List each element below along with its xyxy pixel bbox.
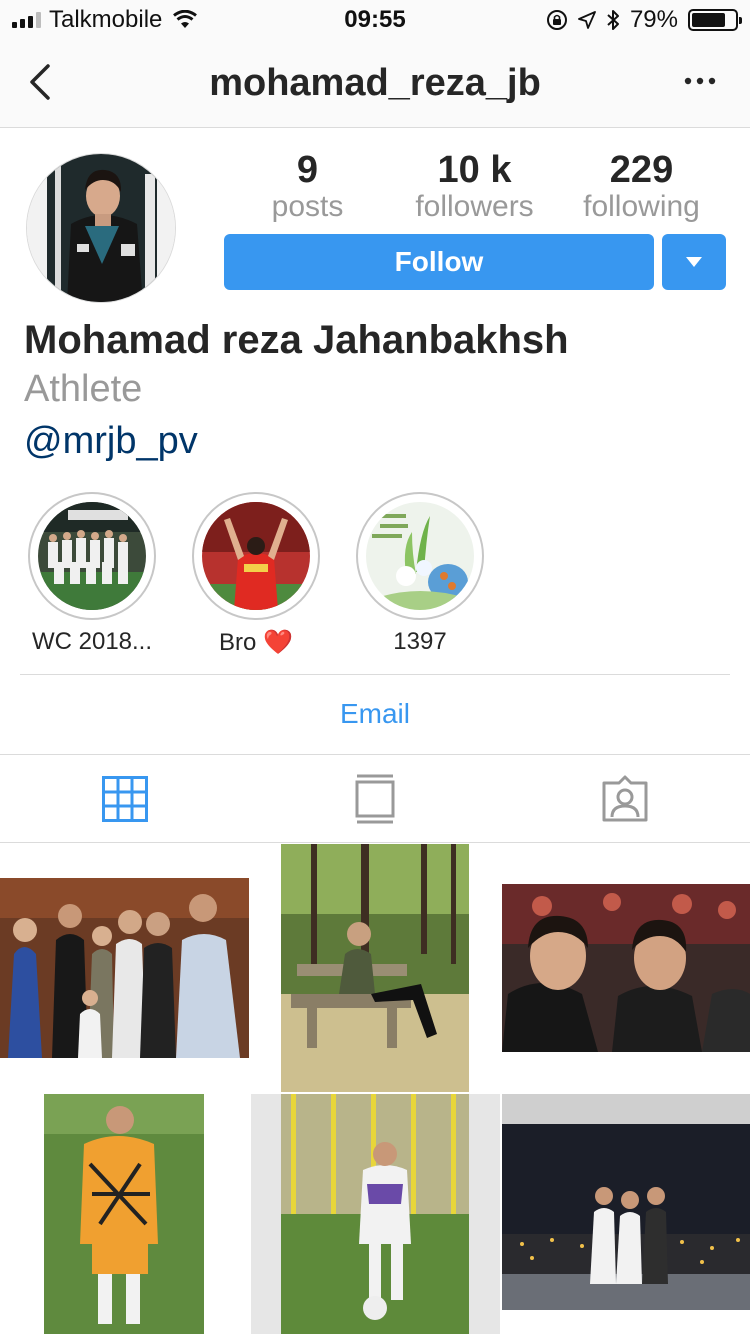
tab-tagged[interactable] [600, 772, 650, 826]
tab-feed[interactable] [350, 772, 400, 826]
bluetooth-icon [607, 10, 619, 30]
nav-bar: mohamad_reza_jb [0, 40, 750, 128]
highlight-item[interactable]: Bro ❤️ [192, 492, 320, 656]
highlight-item[interactable]: WC 2018... [28, 492, 156, 655]
rotation-lock-icon [546, 10, 567, 30]
following-stat[interactable]: 229 following [558, 148, 725, 228]
tab-grid[interactable] [100, 772, 150, 826]
following-label: following [583, 190, 700, 223]
post-thumbnail[interactable] [502, 844, 750, 1092]
highlight-ring [28, 492, 156, 620]
post-thumbnail[interactable] [502, 1094, 750, 1334]
tabs-bottom-divider [0, 842, 750, 843]
profile-username-title: mohamad_reza_jb [209, 62, 541, 104]
more-options-icon[interactable] [680, 66, 720, 96]
tabs-top-divider [0, 754, 750, 755]
highlight-image [38, 502, 146, 610]
followers-label: followers [415, 190, 534, 223]
profile-stats: 9 posts 10 k followers 229 following [224, 148, 726, 228]
profile-category: Athlete [24, 368, 143, 410]
highlight-label: Bro ❤️ [219, 629, 293, 656]
contact-divider [20, 674, 730, 675]
profile-handle-link[interactable]: @mrjb_pv [24, 420, 198, 463]
battery-percent: 79% [629, 6, 678, 33]
highlight-image [202, 502, 310, 610]
post-thumbnail[interactable] [0, 844, 249, 1092]
status-bar: Talkmobile 09:55 79% [0, 0, 750, 40]
posts-label: posts [271, 190, 344, 223]
highlight-ring [356, 492, 484, 620]
highlight-label: 1397 [393, 628, 447, 655]
highlight-ring [192, 492, 320, 620]
posts-stat[interactable]: 9 posts [224, 148, 391, 228]
tagged-icon [602, 775, 648, 822]
highlight-image [366, 502, 474, 610]
posts-count: 9 [296, 149, 319, 191]
followers-count: 10 k [437, 149, 512, 191]
battery-icon [688, 9, 742, 31]
triangle-down-icon [686, 257, 702, 267]
profile-full-name: Mohamad reza Jahanbakhsh [24, 318, 569, 362]
grid-icon [102, 776, 148, 822]
post-thumbnail[interactable] [251, 844, 500, 1092]
following-count: 229 [609, 149, 674, 191]
feed-icon [355, 774, 395, 824]
suggested-accounts-button[interactable] [662, 234, 726, 290]
post-thumbnail[interactable] [0, 1094, 249, 1334]
location-icon [578, 11, 596, 29]
profile-avatar[interactable] [26, 153, 176, 303]
highlight-item[interactable]: 1397 [356, 492, 484, 655]
highlight-label: WC 2018... [31, 628, 153, 655]
post-thumbnail[interactable] [251, 1094, 500, 1334]
follow-button[interactable]: Follow [224, 234, 654, 290]
followers-stat[interactable]: 10 k followers [391, 148, 558, 228]
email-button[interactable]: Email [0, 698, 750, 730]
